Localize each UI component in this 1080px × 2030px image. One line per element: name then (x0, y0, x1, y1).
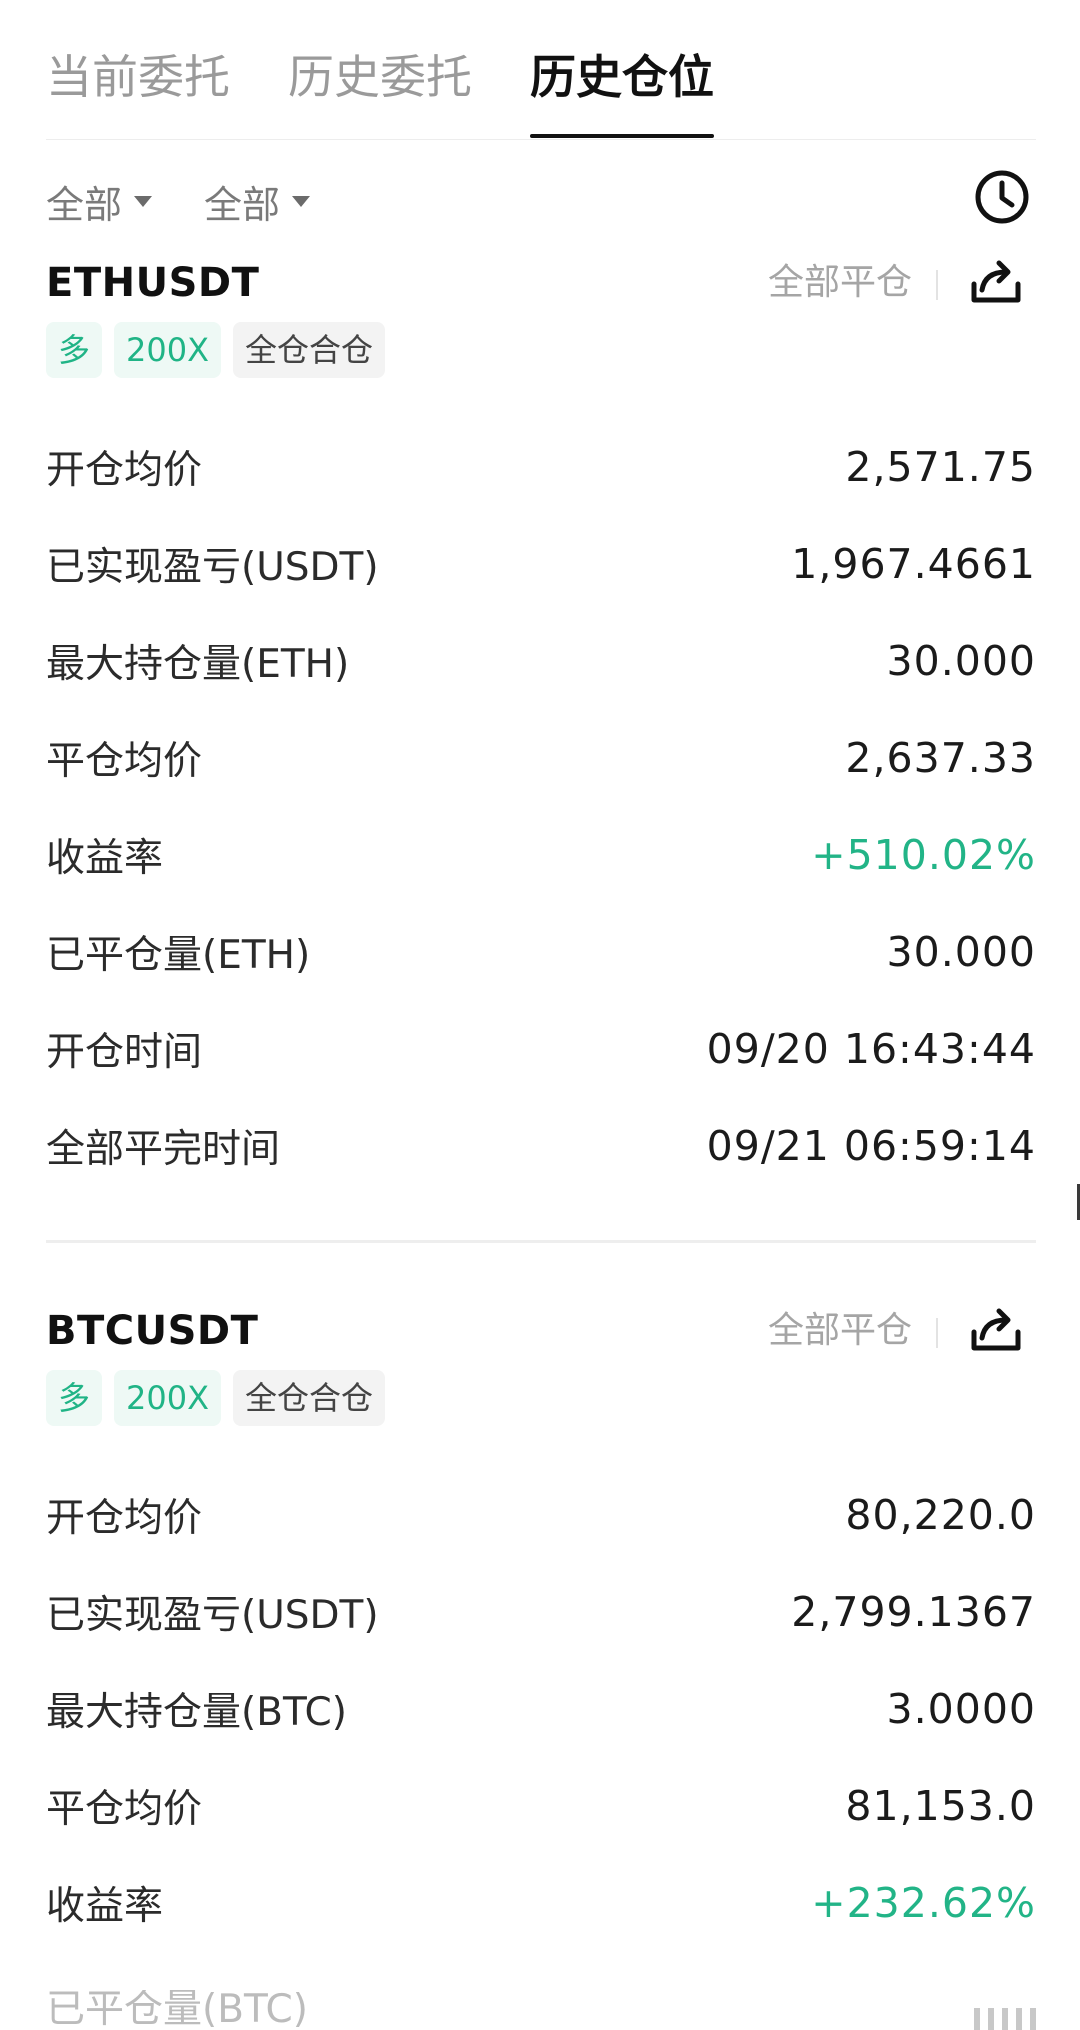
fragment-bar (974, 2008, 980, 2030)
detail-label: 平仓均价 (46, 738, 203, 784)
share-icon[interactable] (966, 1302, 1026, 1360)
tab-position-history[interactable]: 历史仓位 (530, 40, 714, 138)
detail-label: 收益率 (46, 1883, 164, 1929)
position-card-header: BTCUSDT 全部平仓 (46, 1298, 1036, 1364)
detail-value: 80,220.0 (845, 1490, 1036, 1539)
detail-value: 3.0000 (886, 1684, 1036, 1733)
detail-value: 2,637.33 (845, 733, 1036, 782)
tab-order-history[interactable]: 历史委托 (288, 40, 472, 114)
filter-dropdown-1[interactable]: 全部 (46, 174, 153, 229)
detail-row: 收益率 +510.02% (46, 806, 1036, 903)
detail-label: 已实现盈亏(USDT) (46, 1592, 379, 1638)
detail-label: 开仓时间 (46, 1029, 203, 1075)
margin-mode-tag: 全仓合仓 (233, 322, 386, 378)
chevron-down-icon (292, 195, 311, 207)
detail-value: 09/20 16:43:44 (706, 1024, 1036, 1073)
header-divider (936, 1318, 938, 1348)
detail-label: 收益率 (46, 835, 164, 881)
detail-row: 已实现盈亏(USDT) 1,967.4661 (46, 515, 1036, 612)
close-all-button[interactable]: 全部平仓 (768, 250, 912, 316)
detail-value: 81,153.0 (845, 1781, 1036, 1830)
detail-label: 平仓均价 (46, 1786, 203, 1832)
header-divider (936, 270, 938, 300)
share-icon[interactable] (966, 254, 1026, 312)
card-divider (46, 1240, 1036, 1243)
fragment-bar (1030, 2008, 1036, 2030)
detail-value: 30.000 (886, 636, 1036, 685)
detail-value: 30.000 (886, 927, 1036, 976)
position-card-btc: BTCUSDT 全部平仓 多 200X 全仓合仓 开仓均价 80,220.0 已… (46, 1298, 1036, 1951)
detail-label: 开仓均价 (46, 1495, 203, 1541)
detail-value-roi: +232.62% (811, 1878, 1036, 1927)
detail-value: 09/21 06:59:14 (706, 1121, 1036, 1170)
detail-label: 全部平完时间 (46, 1126, 281, 1172)
filter-dropdown-1-label: 全部 (46, 182, 123, 227)
detail-row: 全部平完时间 09/21 06:59:14 (46, 1097, 1036, 1194)
fragment-bar (1016, 2008, 1022, 2030)
detail-label-partial: 已平仓量(BTC) (46, 1990, 308, 2030)
detail-row: 已实现盈亏(USDT) 2,799.1367 (46, 1563, 1036, 1660)
close-all-button[interactable]: 全部平仓 (768, 1298, 912, 1364)
filter-dropdown-2[interactable]: 全部 (204, 174, 311, 229)
position-details: 开仓均价 2,571.75 已实现盈亏(USDT) 1,967.4661 最大持… (46, 418, 1036, 1194)
detail-row: 已平仓量(ETH) 30.000 (46, 903, 1036, 1000)
detail-value: 2,799.1367 (791, 1587, 1036, 1636)
filter-bar: 全部 全部 (46, 165, 1036, 237)
position-tags: 多 200X 全仓合仓 (46, 1370, 1036, 1426)
position-tags: 多 200X 全仓合仓 (46, 322, 1036, 378)
side-tag: 多 (46, 1370, 103, 1426)
detail-row: 收益率 +232.62% (46, 1854, 1036, 1951)
position-card-header: ETHUSDT 全部平仓 (46, 250, 1036, 316)
position-details: 开仓均价 80,220.0 已实现盈亏(USDT) 2,799.1367 最大持… (46, 1466, 1036, 1951)
margin-mode-tag: 全仓合仓 (233, 1370, 386, 1426)
filter-dropdown-2-label: 全部 (204, 182, 281, 227)
detail-value: 1,967.4661 (791, 539, 1036, 588)
detail-label: 已实现盈亏(USDT) (46, 544, 379, 590)
detail-row: 平仓均价 2,637.33 (46, 709, 1036, 806)
fragment-bar (1002, 2008, 1008, 2030)
detail-row: 平仓均价 81,153.0 (46, 1757, 1036, 1854)
detail-label: 开仓均价 (46, 447, 203, 493)
detail-label: 最大持仓量(BTC) (46, 1689, 347, 1735)
detail-label: 最大持仓量(ETH) (46, 641, 350, 687)
fragment-bar (988, 2008, 994, 2030)
partial-value-fragment (974, 2008, 1036, 2030)
side-tag: 多 (46, 322, 103, 378)
detail-label: 已平仓量(ETH) (46, 932, 311, 978)
order-tabs: 当前委托 历史委托 历史仓位 (46, 40, 1036, 140)
detail-row: 最大持仓量(ETH) 30.000 (46, 612, 1036, 709)
chevron-down-icon (134, 195, 153, 207)
clock-icon[interactable] (970, 165, 1034, 229)
position-card-eth: ETHUSDT 全部平仓 多 200X 全仓合仓 开仓均价 2,571.75 已… (46, 250, 1036, 1194)
detail-row: 开仓均价 80,220.0 (46, 1466, 1036, 1563)
detail-row: 开仓时间 09/20 16:43:44 (46, 1000, 1036, 1097)
tab-current-orders[interactable]: 当前委托 (46, 40, 230, 114)
detail-value-roi: +510.02% (811, 830, 1036, 879)
leverage-tag: 200X (114, 322, 222, 378)
detail-row: 最大持仓量(BTC) 3.0000 (46, 1660, 1036, 1757)
detail-value: 2,571.75 (845, 442, 1036, 491)
leverage-tag: 200X (114, 1370, 222, 1426)
detail-row: 开仓均价 2,571.75 (46, 418, 1036, 515)
